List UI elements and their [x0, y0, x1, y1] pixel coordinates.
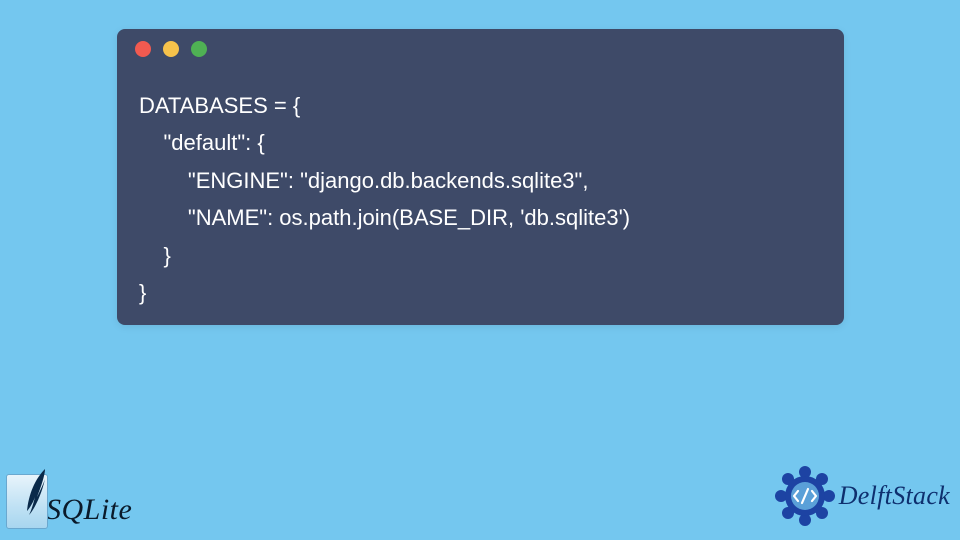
code-line: "NAME": os.path.join(BASE_DIR, 'db.sqlit… [139, 205, 630, 230]
window-titlebar [117, 29, 844, 69]
delftstack-badge-icon [775, 466, 835, 526]
feather-icon [19, 467, 51, 517]
code-line: "ENGINE": "django.db.backends.sqlite3", [139, 168, 588, 193]
sqlite-logo: SQLite [6, 474, 132, 529]
close-icon [135, 41, 151, 57]
code-line: } [139, 280, 146, 305]
code-block: DATABASES = { "default": { "ENGINE": "dj… [117, 69, 844, 333]
code-line: DATABASES = { [139, 93, 300, 118]
minimize-icon [163, 41, 179, 57]
sqlite-box-icon [6, 474, 48, 529]
code-line: "default": { [139, 130, 265, 155]
sqlite-label: SQLite [46, 493, 132, 527]
delftstack-logo: DelftStack [775, 466, 950, 526]
code-window: DATABASES = { "default": { "ENGINE": "dj… [117, 29, 844, 325]
code-line: } [139, 243, 171, 268]
delftstack-label: DelftStack [839, 481, 950, 511]
maximize-icon [191, 41, 207, 57]
